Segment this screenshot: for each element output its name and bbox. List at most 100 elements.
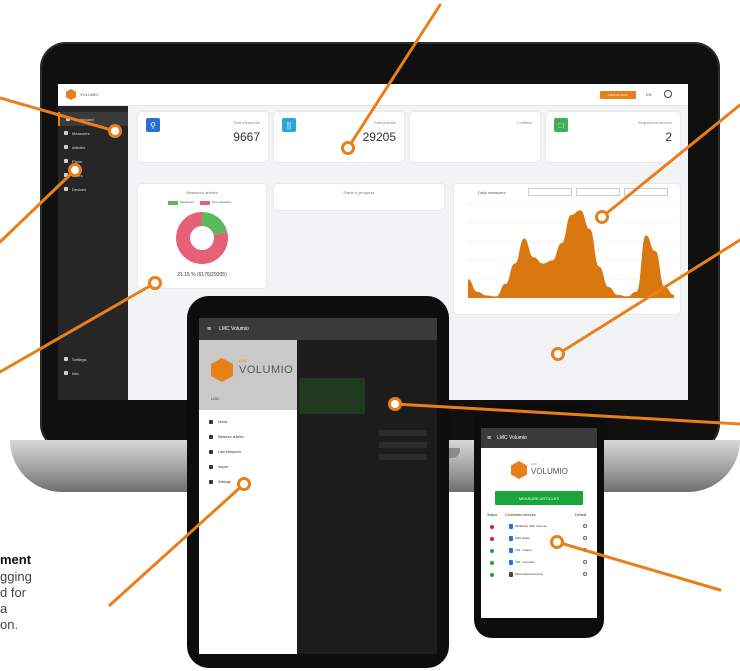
dimmed-row [379, 430, 427, 436]
tablet-screen: ≡ LMC Volumio LMC VOLUMIO LMC Home Measu… [199, 318, 437, 654]
date-from-input[interactable] [528, 188, 572, 196]
brand-name: VOLUMIO [239, 364, 294, 376]
default-radio[interactable] [583, 548, 587, 552]
device-row[interactable]: VID - Compare [487, 558, 595, 568]
download-icon [209, 465, 213, 469]
drawer-item-home[interactable]: Home [209, 420, 227, 424]
drawer-item-import[interactable]: Import [209, 465, 228, 469]
menu-icon[interactable]: ≡ [207, 326, 211, 333]
status-dot [490, 549, 494, 553]
side-caption-line: d for [0, 585, 27, 600]
search-icon: ⚲ [146, 118, 160, 132]
default-radio[interactable] [583, 536, 587, 540]
device-name: VID - Compare [515, 560, 536, 564]
column-default: Default [575, 513, 587, 517]
brand-name: VOLUMIO [531, 467, 568, 476]
sidebar: Dashboard Measures Articles Plans Users … [58, 106, 128, 400]
device-row[interactable]: MultiScan LMC Volumio [487, 522, 595, 532]
device-name: Parcel Dimensioning [515, 572, 543, 576]
dashboard-icon [66, 117, 70, 121]
device-icon: □ [554, 118, 568, 132]
drawer-user: LMC [211, 396, 220, 401]
users-icon [64, 173, 68, 177]
history-icon [209, 450, 213, 454]
card-label: Plans in progress [343, 190, 375, 195]
tablet-topbar: ≡ LMC Volumio [199, 318, 437, 340]
device-icon [509, 536, 513, 541]
legend-not-measured: Not measured [212, 200, 231, 204]
card-value: 2 [665, 130, 672, 144]
period-select[interactable] [624, 188, 668, 196]
device-row[interactable]: Parcel Dimensioning [487, 570, 595, 580]
sidebar-item-label: Info [72, 370, 79, 376]
app-topbar: VOLUMIO NEW ACTION EN [58, 84, 688, 106]
barcode-icon: || [282, 118, 296, 132]
drawer-item-label: Settings [218, 480, 231, 484]
device-row[interactable]: LMC Scale [487, 534, 595, 544]
article-icon [64, 145, 68, 149]
default-radio[interactable] [583, 560, 587, 564]
total-articles-card[interactable]: || Total Articles 29205 [274, 112, 404, 162]
status-dot [490, 573, 494, 577]
drawer-item-label: Home [218, 420, 228, 424]
callout-marker [68, 163, 82, 177]
card-value: 29205 [362, 130, 396, 144]
status-dot [490, 537, 494, 541]
card-label: Total Articles [373, 120, 396, 125]
device-icon [509, 572, 513, 577]
total-measures-card[interactable]: ⚲ Total Measures 9667 [138, 112, 268, 162]
calendar-icon [64, 159, 68, 163]
sidebar-item-info[interactable]: Info [58, 366, 128, 380]
menu-icon[interactable]: ≡ [487, 435, 491, 442]
date-to-input[interactable] [576, 188, 620, 196]
home-icon [209, 420, 213, 424]
measure-articles-button[interactable]: MEASURE ARTICLES [495, 491, 583, 505]
volumio-logo-icon [511, 461, 527, 479]
volumio-logo-icon [66, 89, 76, 100]
sidebar-item-settings[interactable]: Settings [58, 352, 128, 366]
side-caption-line: gging [0, 569, 32, 584]
drawer-header: LMC VOLUMIO LMC [199, 340, 297, 410]
column-devices: Connected devices [505, 513, 536, 517]
measured-articles-donut [176, 212, 228, 264]
status-dot [490, 525, 494, 529]
dimmed-measure-button [299, 378, 365, 414]
brand-small: LMC [239, 358, 248, 363]
drawer-item-settings[interactable]: Settings [209, 480, 231, 484]
sidebar-item-articles[interactable]: Articles [58, 140, 128, 154]
side-caption-line: on. [0, 617, 19, 632]
default-radio[interactable] [583, 572, 587, 576]
tablet-title: LMC Volumio [219, 326, 249, 332]
registered-devices-card[interactable]: □ Registered devices 2 [546, 112, 680, 162]
language-selector[interactable]: EN [646, 92, 652, 97]
phone-topbar: ≡ LMC Volumio [481, 428, 597, 448]
gear-icon [209, 480, 213, 484]
new-action-button[interactable]: NEW ACTION [600, 91, 636, 99]
sidebar-item-label: Devices [72, 186, 87, 192]
status-dot [490, 561, 494, 565]
brand-name: VOLUMIO [80, 92, 99, 97]
callout-marker [148, 276, 162, 290]
device-icon [509, 548, 513, 553]
default-radio[interactable] [583, 524, 587, 528]
sidebar-item-devices[interactable]: Devices [58, 182, 128, 196]
callout-marker [550, 535, 564, 549]
device-name: LMC Scale [515, 536, 530, 540]
sidebar-item-label: Measures [72, 130, 90, 136]
sidebar-item-label: Articles [72, 144, 86, 150]
daily-measures-area [468, 210, 674, 298]
dimmed-row [379, 442, 427, 448]
device-icon [64, 187, 68, 191]
volumio-logo-icon [211, 358, 233, 382]
drawer-item-last-measures[interactable]: Last Measures [209, 450, 241, 454]
legend-not-measured-swatch [200, 201, 210, 205]
drawer-item-measure-articles[interactable]: Measure articles [209, 435, 244, 439]
device-icon [509, 524, 513, 529]
device-icon [509, 560, 513, 565]
card-label: Registered devices [637, 120, 672, 125]
drawer-item-label: Measure articles [218, 435, 244, 439]
account-icon[interactable] [664, 90, 672, 98]
device-row[interactable]: VID - Output [487, 546, 595, 556]
callout-marker [341, 141, 355, 155]
conflicts-card[interactable]: Conflicts [410, 112, 540, 162]
